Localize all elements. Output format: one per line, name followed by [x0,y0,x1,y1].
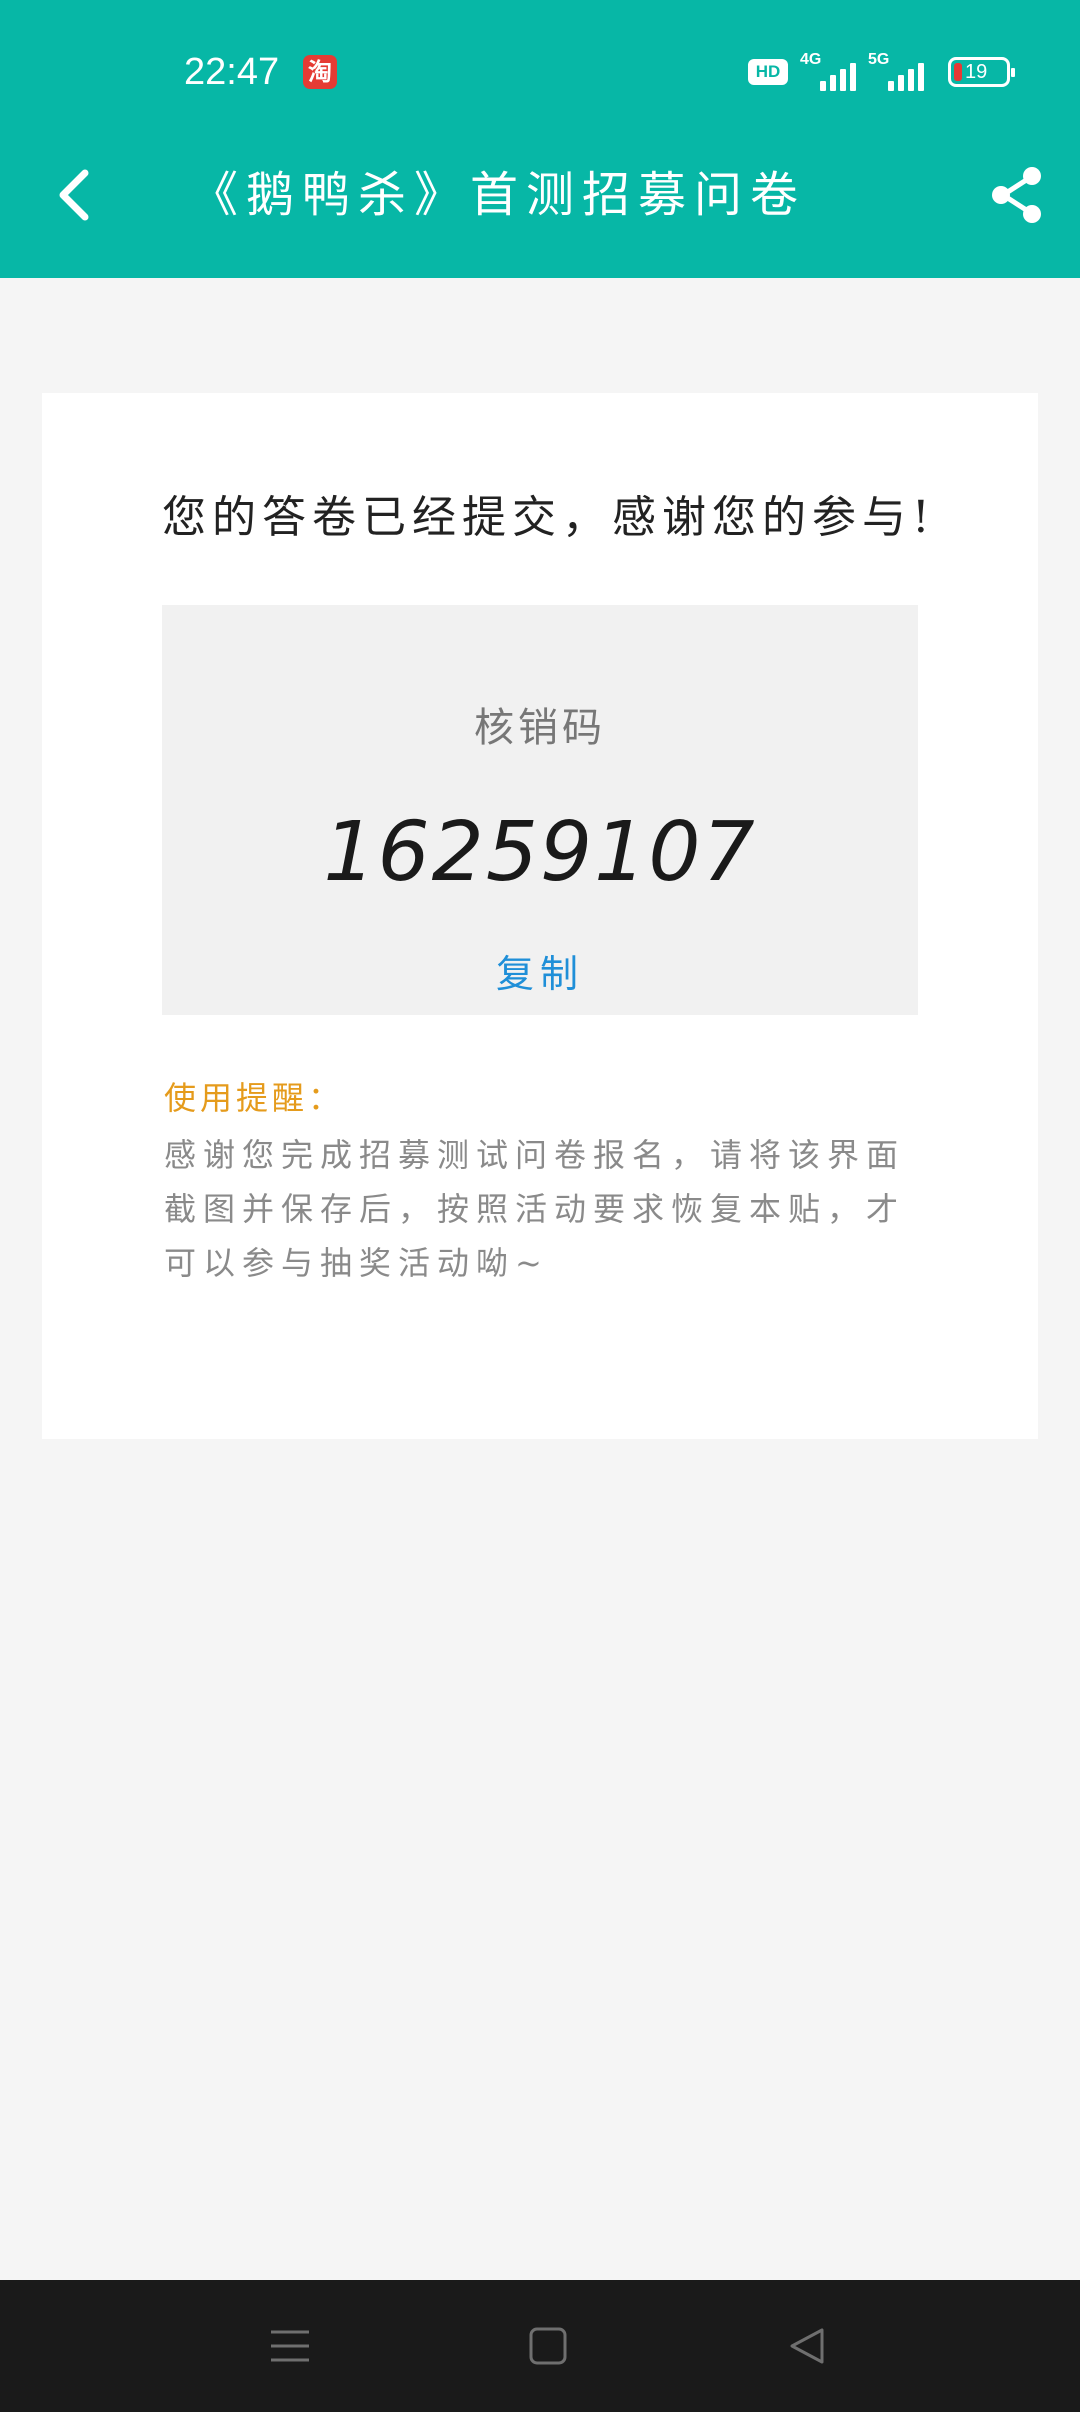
system-nav-bar [0,2280,1080,2412]
system-icons: HD 4G 5G 19 [748,51,1015,92]
menu-icon [271,2330,309,2362]
network-type-5g: 5G [868,51,890,68]
page-title: 《鹅鸭杀》首测招募问卷 [190,167,807,223]
copy-button[interactable]: 复制 [480,949,600,999]
submission-confirmation: 您的答卷已经提交，感谢您的参与! [162,492,936,543]
battery-level: 19 [965,61,988,83]
hd-icon: HD [748,59,788,85]
redemption-code-label: 核销码 [474,705,606,751]
back-button[interactable] [40,160,110,230]
result-card: 您的答卷已经提交，感谢您的参与! 核销码 16259107 复制 使用提醒： 感… [42,393,1038,1439]
taobao-icon: 淘 [303,55,337,89]
usage-tip-body: 感谢您完成招募测试问卷报名，请将该界面截图并保存后，按照活动要求恢复本贴，才可以… [164,1136,906,1282]
status-bar: 22:47 淘 HD 4G 5G 19 [0,0,1080,130]
back-nav-button[interactable] [776,2316,836,2376]
battery-icon: 19 [948,57,1015,87]
signal-5g-icon: 5G [868,51,924,91]
usage-tip-title: 使用提醒： [164,1079,345,1117]
share-button[interactable] [982,160,1052,230]
redemption-code-value: 16259107 [323,805,757,900]
home-icon [529,2327,567,2365]
redemption-code-box: 核销码 16259107 复制 [162,605,918,1015]
app-header: 22:47 淘 HD 4G 5G 19 《鹅鸭杀》首测招募问卷 [0,0,1080,278]
signal-4g-icon: 4G [800,51,856,91]
back-triangle-icon [790,2328,824,2364]
menu-button[interactable] [260,2316,320,2376]
chevron-left-icon [59,169,89,221]
share-icon [992,167,1041,223]
network-type-4g: 4G [800,51,822,68]
status-time: 22:47 [184,51,280,93]
home-button[interactable] [518,2316,578,2376]
